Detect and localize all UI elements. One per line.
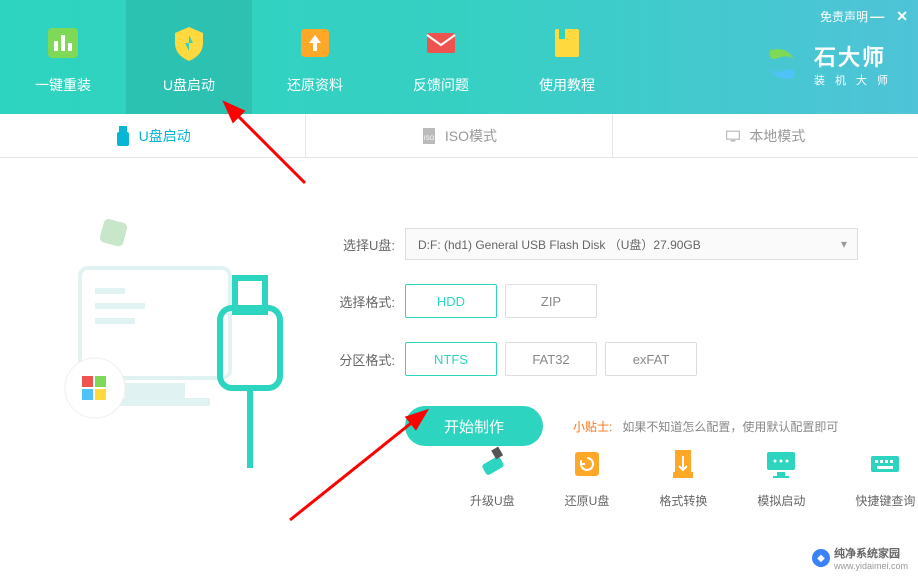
tip-text: 如果不知道怎么配置，使用默认配置即可 — [622, 418, 838, 435]
watermark: ◆ 纯净系统家园 www.yidaimei.com — [812, 545, 908, 571]
header: 免责声明 — ✕ 一键重装 U盘启动 还原资料 反馈问题 使用教程 — [0, 0, 918, 114]
tool-format-convert[interactable]: 格式转换 — [659, 446, 707, 509]
close-button[interactable]: ✕ — [896, 8, 908, 25]
logo-icon — [760, 42, 804, 86]
nav-tutorial[interactable]: 使用教程 — [504, 0, 630, 114]
nav-label: 使用教程 — [539, 75, 595, 95]
monitor-icon — [763, 446, 799, 482]
nav-reinstall[interactable]: 一键重装 — [0, 0, 126, 114]
illustration — [30, 178, 330, 478]
logo-subtitle: 装机大师 — [814, 72, 898, 88]
iso-icon: ISO — [421, 126, 437, 146]
shield-icon — [165, 19, 213, 67]
start-button[interactable]: 开始制作 — [405, 406, 543, 446]
sub-tabs: U盘启动 ISO ISO模式 本地模式 — [0, 114, 918, 158]
upload-icon — [291, 19, 339, 67]
logo-title: 石大师 — [814, 40, 898, 72]
nav-restore[interactable]: 还原资料 — [252, 0, 378, 114]
subtab-iso[interactable]: ISO ISO模式 — [306, 114, 612, 157]
usb-icon — [115, 126, 131, 146]
mail-icon — [417, 19, 465, 67]
format-zip-button[interactable]: ZIP — [505, 284, 597, 318]
subtab-usb[interactable]: U盘启动 — [0, 114, 306, 157]
subtab-label: U盘启动 — [139, 126, 191, 146]
minimize-button[interactable]: — — [870, 8, 884, 25]
tool-restore-usb[interactable]: 还原U盘 — [565, 446, 610, 509]
partition-exfat-button[interactable]: exFAT — [605, 342, 697, 376]
keyboard-icon — [867, 446, 903, 482]
nav-label: 还原资料 — [287, 75, 343, 95]
format-label: 选择格式: — [330, 292, 395, 311]
chevron-down-icon: ▾ — [841, 237, 847, 251]
subtab-label: 本地模式 — [749, 126, 805, 146]
monitor-icon — [725, 126, 741, 146]
logo: 石大师 装机大师 — [760, 40, 898, 88]
restore-icon — [569, 446, 605, 482]
nav-usb-boot[interactable]: U盘启动 — [126, 0, 252, 114]
tool-upgrade-usb[interactable]: 升级U盘 — [470, 446, 515, 509]
subtab-local[interactable]: 本地模式 — [613, 114, 918, 157]
nav-feedback[interactable]: 反馈问题 — [378, 0, 504, 114]
nav-label: 反馈问题 — [413, 75, 469, 95]
tools-row: 升级U盘 还原U盘 格式转换 模拟启动 快捷键查询 — [470, 446, 915, 509]
watermark-logo-icon: ◆ — [812, 549, 830, 567]
svg-text:ISO: ISO — [424, 136, 435, 142]
tool-label: 还原U盘 — [565, 492, 610, 509]
form-area: 选择U盘: D:F: (hd1) General USB Flash Disk … — [330, 178, 918, 478]
content: 选择U盘: D:F: (hd1) General USB Flash Disk … — [0, 158, 918, 478]
partition-fat32-button[interactable]: FAT32 — [505, 342, 597, 376]
tool-simulate-boot[interactable]: 模拟启动 — [757, 446, 805, 509]
convert-icon — [665, 446, 701, 482]
subtab-label: ISO模式 — [445, 126, 497, 146]
nav-label: 一键重装 — [35, 75, 91, 95]
tool-label: 快捷键查询 — [855, 492, 915, 509]
disclaimer-link[interactable]: 免责声明 — [820, 8, 868, 25]
window-controls: — ✕ — [870, 8, 908, 25]
format-hdd-button[interactable]: HDD — [405, 284, 497, 318]
partition-label: 分区格式: — [330, 350, 395, 369]
usb-select-label: 选择U盘: — [330, 235, 395, 254]
nav-label: U盘启动 — [163, 75, 215, 95]
usb-select[interactable]: D:F: (hd1) General USB Flash Disk （U盘）27… — [405, 228, 858, 260]
tool-label: 升级U盘 — [470, 492, 515, 509]
tool-label: 格式转换 — [659, 492, 707, 509]
tip-label: 小贴士: — [573, 418, 612, 435]
partition-ntfs-button[interactable]: NTFS — [405, 342, 497, 376]
usb-upgrade-icon — [474, 446, 510, 482]
bar-chart-icon — [39, 19, 87, 67]
book-icon — [543, 19, 591, 67]
watermark-text: 纯净系统家园 — [834, 545, 908, 561]
watermark-url: www.yidaimei.com — [834, 561, 908, 571]
tool-shortcut-query[interactable]: 快捷键查询 — [855, 446, 915, 509]
usb-select-value: D:F: (hd1) General USB Flash Disk （U盘）27… — [418, 236, 701, 253]
tool-label: 模拟启动 — [757, 492, 805, 509]
